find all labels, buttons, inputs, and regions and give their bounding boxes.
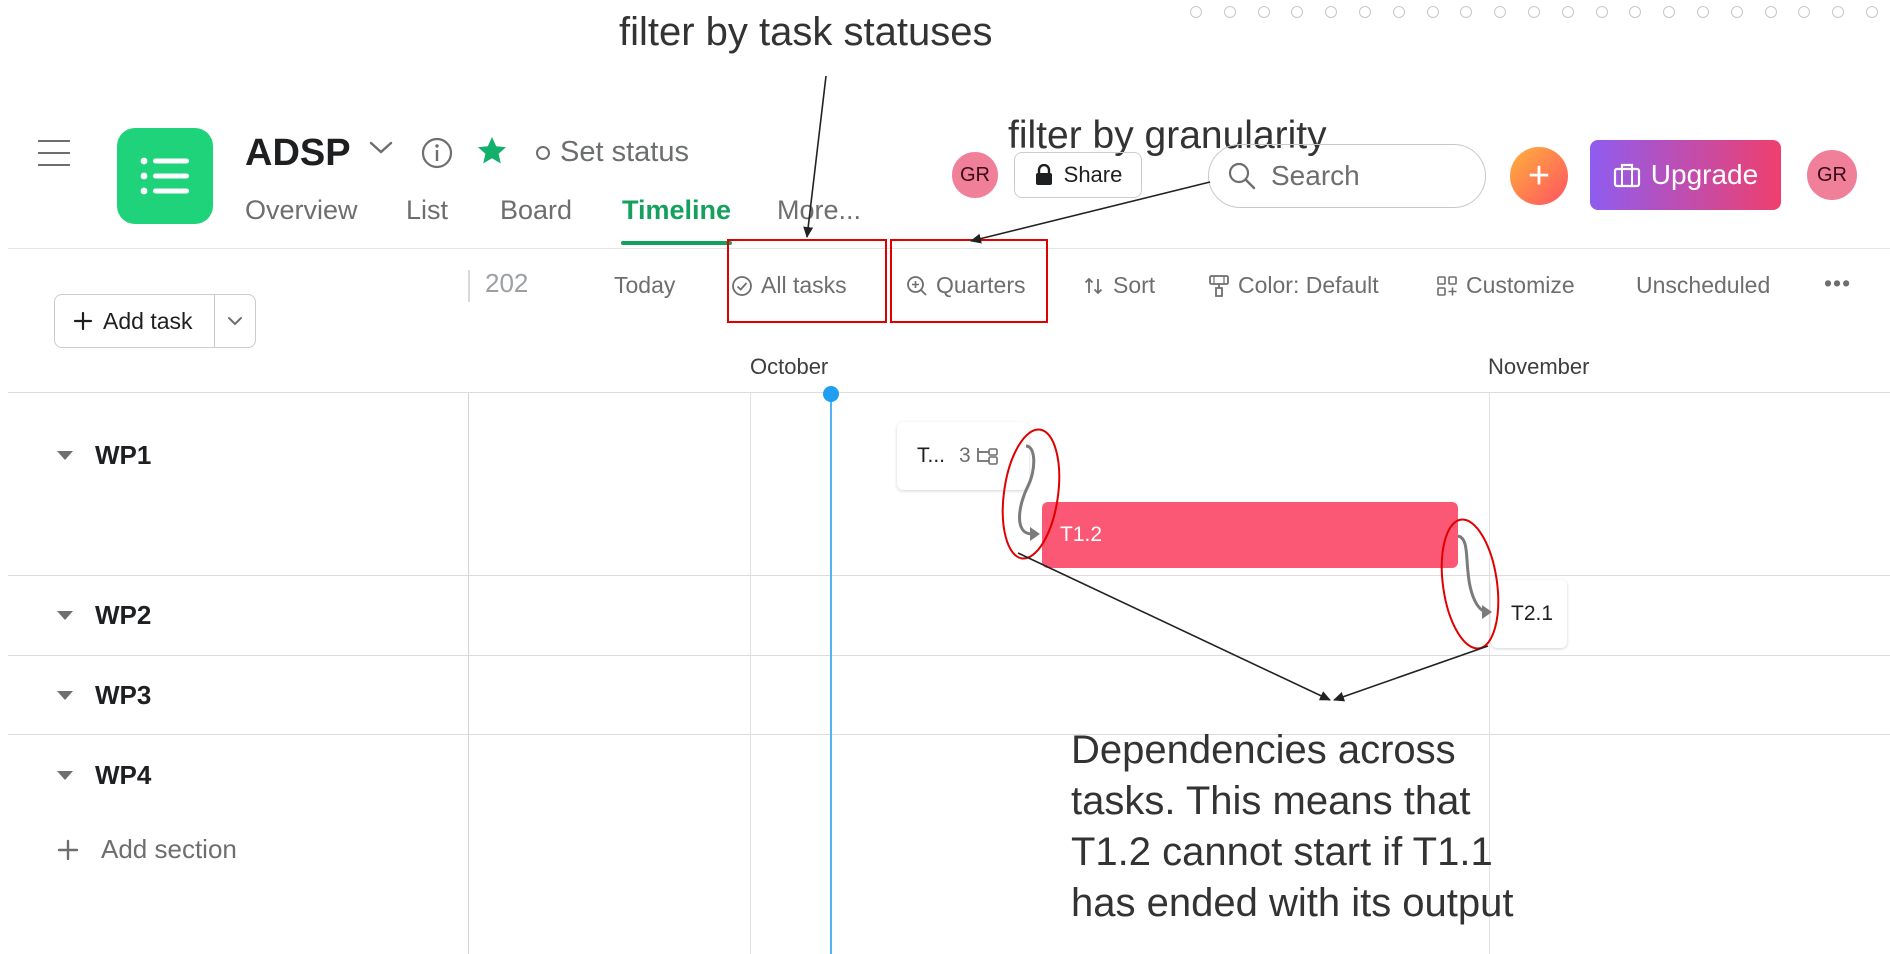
today-marker-dot — [823, 386, 839, 402]
annotation-dependencies-text: Dependencies across tasks. This means th… — [1071, 725, 1514, 929]
task-bar-t2-1[interactable]: T2.1 — [1491, 580, 1567, 648]
task-bar-t1-1[interactable]: T... 3 — [897, 422, 1029, 490]
section-divider-wp3 — [8, 734, 1890, 735]
dependency-connector-t12-t21 — [1457, 534, 1489, 614]
customize-button[interactable]: Customize — [1436, 272, 1575, 299]
task-bar-t1-2[interactable]: T1.2 — [1042, 502, 1458, 568]
add-section-label: Add section — [101, 834, 237, 864]
decorative-dot-row — [1190, 6, 1890, 18]
section-wp1[interactable]: WP1 — [57, 440, 151, 471]
unscheduled-button[interactable]: Unscheduled — [1636, 272, 1770, 299]
timeline-header-divider — [8, 392, 1890, 393]
project-logo-icon — [117, 128, 213, 224]
task-label: T2.1 — [1511, 602, 1554, 625]
add-task-dropdown[interactable] — [215, 315, 255, 327]
plus-icon — [73, 311, 93, 331]
create-plus-button[interactable]: + — [1510, 147, 1568, 205]
customize-grid-icon — [1437, 275, 1457, 296]
upgrade-label: Upgrade — [1650, 159, 1759, 190]
today-label: Today — [614, 272, 676, 298]
collapse-triangle-icon[interactable] — [57, 451, 73, 460]
more-options-button[interactable]: ••• — [1824, 270, 1851, 297]
share-label: Share — [1063, 162, 1123, 187]
paint-roller-icon — [1209, 274, 1229, 297]
hamburger-menu-icon[interactable] — [38, 140, 70, 166]
section-divider-wp1 — [8, 575, 1890, 576]
annotation-box-all-tasks — [727, 239, 887, 323]
subtask-count: 3 — [959, 444, 999, 468]
annotation-line: has ended with its output — [1071, 881, 1514, 925]
month-label-november: November — [1488, 354, 1590, 379]
section-title: WP1 — [95, 440, 152, 470]
section-title: WP2 — [95, 600, 152, 630]
favorite-star-icon[interactable] — [476, 134, 508, 176]
sort-arrows-icon — [1084, 277, 1103, 294]
month-label-october: October — [750, 354, 829, 379]
task-label: T... — [917, 444, 946, 467]
annotation-line: Dependencies across — [1071, 728, 1456, 772]
today-button[interactable]: Today — [614, 272, 675, 299]
plus-icon — [57, 839, 79, 860]
annotation-line: tasks. This means that — [1071, 779, 1471, 823]
tab-more[interactable]: More... — [777, 195, 861, 226]
annotation-line: T1.2 cannot start if T1.1 — [1071, 830, 1493, 874]
sort-label: Sort — [1113, 272, 1156, 298]
tab-timeline[interactable]: Timeline — [622, 195, 731, 226]
section-wp4[interactable]: WP4 — [57, 760, 151, 791]
member-avatar[interactable]: GR — [950, 150, 1000, 200]
subtask-count-value: 3 — [959, 444, 971, 467]
add-task-label: Add task — [103, 307, 193, 334]
info-icon[interactable] — [420, 136, 454, 175]
upgrade-button[interactable]: Upgrade — [1590, 140, 1781, 210]
section-wp2[interactable]: WP2 — [57, 600, 151, 631]
today-marker-line — [830, 393, 832, 954]
tab-board[interactable]: Board — [500, 195, 572, 226]
search-icon — [1228, 162, 1256, 190]
customize-label: Customize — [1466, 272, 1575, 298]
set-status-label: Set status — [560, 136, 689, 168]
annotation-box-quarters — [890, 239, 1048, 323]
tab-list[interactable]: List — [406, 195, 448, 226]
share-button[interactable]: Share — [1014, 152, 1142, 198]
color-button[interactable]: Color: Default — [1208, 272, 1379, 299]
project-title: ADSP — [245, 132, 351, 174]
add-section-button[interactable]: Add section — [57, 834, 237, 865]
gridline-october — [750, 393, 751, 954]
collapse-triangle-icon[interactable] — [57, 611, 73, 620]
search-placeholder: Search — [1271, 160, 1360, 191]
lock-icon — [1035, 164, 1052, 185]
year-label: 202 — [485, 268, 529, 298]
section-pane-border — [468, 393, 469, 954]
section-divider-wp2 — [8, 655, 1890, 656]
section-title: WP3 — [95, 680, 152, 710]
subtask-icon — [976, 448, 998, 465]
set-status-button[interactable]: Set status — [536, 136, 689, 169]
add-task-button-group: Add task — [54, 294, 256, 348]
chevron-down-icon[interactable] — [367, 134, 395, 166]
tab-overview[interactable]: Overview — [245, 195, 358, 226]
color-label: Color: Default — [1238, 272, 1379, 298]
pane-divider — [468, 270, 470, 302]
sort-button[interactable]: Sort — [1083, 272, 1155, 299]
search-input[interactable]: Search — [1208, 144, 1486, 208]
user-avatar[interactable]: GR — [1805, 148, 1859, 202]
collapse-triangle-icon[interactable] — [57, 691, 73, 700]
annotation-task-status-label: filter by task statuses — [619, 10, 993, 54]
active-tab-indicator — [621, 241, 732, 245]
dependency-arrowhead — [1030, 527, 1040, 541]
task-label: T1.2 — [1060, 523, 1103, 546]
status-circle-icon — [536, 145, 550, 160]
chevron-down-icon — [228, 317, 242, 326]
collapse-triangle-icon[interactable] — [57, 771, 73, 780]
section-title: WP4 — [95, 760, 152, 790]
briefcase-icon — [1613, 163, 1640, 188]
add-task-button[interactable]: Add task — [55, 295, 215, 347]
section-wp3[interactable]: WP3 — [57, 680, 151, 711]
unscheduled-label: Unscheduled — [1636, 272, 1771, 298]
